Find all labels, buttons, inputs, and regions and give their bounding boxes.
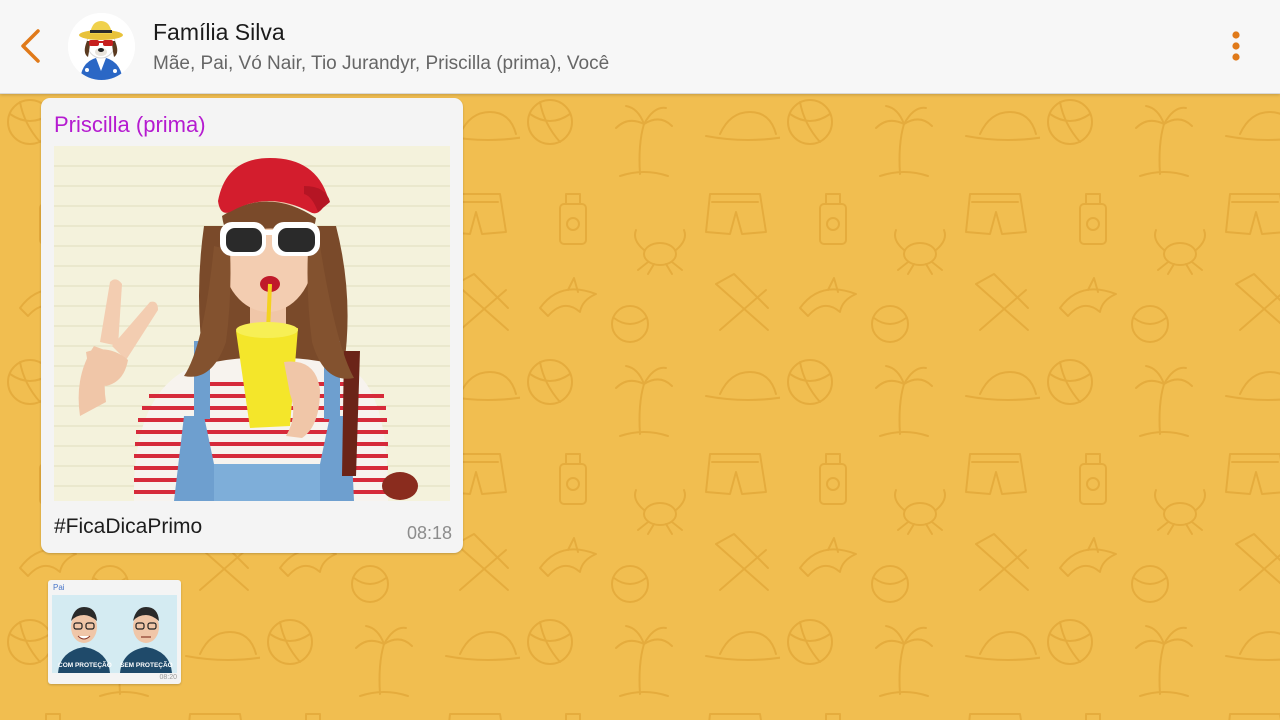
- chat-title: Família Silva: [153, 19, 285, 45]
- back-button[interactable]: [14, 24, 48, 68]
- more-options-button[interactable]: [1222, 26, 1250, 66]
- label-with-protection: COM PROTEÇÃO: [58, 662, 112, 669]
- group-avatar[interactable]: [68, 13, 135, 80]
- message-sender-small: Pai: [53, 583, 65, 592]
- dog-avatar-icon: [68, 13, 135, 80]
- label-without-protection: SEM PROTEÇÃO: [120, 662, 173, 669]
- message-bubble-photo[interactable]: Priscilla (prima) #FicaDicaPrimo 08:18: [41, 98, 463, 553]
- message-time-small: 08:20: [159, 674, 177, 681]
- chevron-left-icon: [21, 29, 40, 63]
- photo-girl-with-drink: [54, 146, 450, 501]
- more-vert-icon: [1232, 31, 1240, 61]
- message-photo-small[interactable]: COM PROTEÇÃO SEM PROTEÇÃO: [52, 595, 177, 673]
- message-time: 08:18: [406, 523, 452, 543]
- chat-header: Família Silva Mãe, Pai, Vó Nair, Tio Jur…: [0, 0, 1280, 94]
- message-bubble-sticker[interactable]: Pai COM PROTEÇÃO SEM PROTEÇÃO 08:20: [48, 580, 181, 684]
- message-sender: Priscilla (prima): [54, 112, 206, 137]
- message-photo[interactable]: [54, 146, 450, 501]
- message-caption: #FicaDicaPrimo: [54, 515, 203, 538]
- chat-participants: Mãe, Pai, Vó Nair, Tio Jurandyr, Priscil…: [153, 53, 610, 74]
